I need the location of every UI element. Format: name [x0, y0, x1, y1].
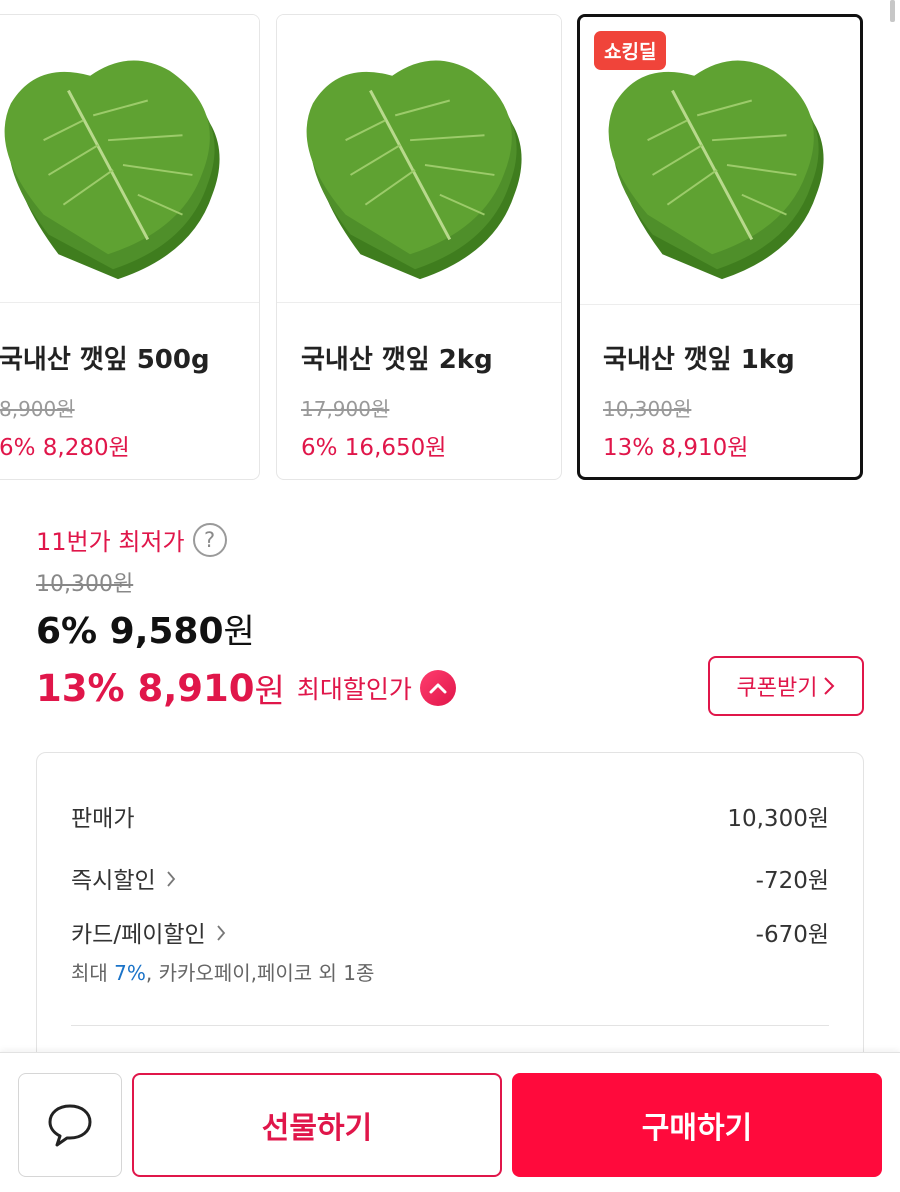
bottom-action-bar: 선물하기 구매하기	[0, 1052, 900, 1192]
row-label: 카드/페이할인	[71, 922, 206, 948]
perilla-leaf-image	[608, 60, 824, 280]
row-label: 즉시할인	[71, 868, 156, 894]
option-card-500g[interactable]: 국내산 깻잎 500g 8,900원 6% 8,280원	[0, 14, 260, 480]
option-name: 국내산 깻잎 1kg	[603, 345, 795, 375]
option-discount-price: 6% 16,650원	[301, 435, 447, 461]
chevron-right-icon	[217, 925, 225, 941]
lowest-price-label: 11번가 최저가 ?	[36, 522, 227, 557]
option-original-price: 10,300원	[603, 397, 692, 421]
main-price-amount: 6% 9,580	[36, 611, 224, 652]
scrollbar-thumb[interactable]	[890, 0, 895, 22]
perilla-leaf-image	[306, 60, 522, 280]
main-price-currency: 원	[223, 612, 255, 652]
gift-button[interactable]: 선물하기	[132, 1073, 502, 1177]
buy-button[interactable]: 구매하기	[512, 1073, 882, 1177]
breakdown-row-card-discount[interactable]: 카드/페이할인 -670원	[71, 915, 829, 949]
max-discount-label: 최대할인가	[296, 675, 412, 704]
option-discount-price: 13% 8,910원	[603, 435, 749, 461]
product-page: 국내산 깻잎 500g 8,900원 6% 8,280원 국내산 깻잎 2kg …	[0, 0, 900, 1192]
note-suffix: , 카카오페이,페이코 외 1종	[145, 961, 375, 985]
max-price-currency: 원	[254, 671, 285, 710]
option-card-1kg[interactable]: 쇼킹딜 국내산 깻잎 1kg 10,300원 13% 8,910원	[577, 14, 863, 480]
option-name: 국내산 깻잎 2kg	[301, 345, 493, 375]
row-value: -670원	[755, 922, 829, 948]
note-percent: 7%	[114, 961, 146, 985]
option-card-2kg[interactable]: 국내산 깻잎 2kg 17,900원 6% 16,650원	[276, 14, 562, 480]
option-name: 국내산 깻잎 500g	[0, 345, 210, 375]
row-label: 판매가	[71, 806, 135, 832]
shocking-deal-badge: 쇼킹딜	[594, 31, 667, 70]
list-price: 10,300원	[36, 572, 134, 597]
row-value: -720원	[755, 868, 829, 894]
lowest-price-text: 11번가 최저가	[36, 528, 185, 556]
card-discount-note: 최대 7%, 카카오페이,페이코 외 1종	[71, 957, 374, 986]
coupon-button-label: 쿠폰받기	[736, 676, 818, 701]
chat-button[interactable]	[18, 1073, 122, 1177]
option-original-price: 17,900원	[301, 397, 390, 421]
product-image	[277, 15, 561, 303]
note-prefix: 최대	[71, 961, 115, 985]
main-price: 6% 9,580원	[36, 604, 255, 653]
chevron-right-icon	[824, 677, 835, 695]
option-original-price: 8,900원	[0, 397, 75, 421]
breakdown-row-sale-price: 판매가 10,300원	[71, 799, 829, 833]
chat-bubble-icon	[48, 1104, 92, 1147]
row-value: 10,300원	[727, 806, 829, 832]
coupon-button[interactable]: 쿠폰받기	[708, 656, 864, 716]
breakdown-row-instant-discount[interactable]: 즉시할인 -720원	[71, 861, 829, 895]
chevron-up-icon[interactable]	[419, 670, 456, 706]
price-breakdown: 판매가 10,300원 즉시할인 -720원 카드/페이할인 -670원 최대 …	[36, 752, 864, 1092]
perilla-leaf-image	[4, 60, 220, 280]
product-image: 쇼킹딜	[580, 17, 860, 305]
chevron-right-icon	[166, 871, 175, 887]
option-discount-price: 6% 8,280원	[0, 435, 130, 461]
product-image	[0, 15, 259, 303]
max-price-amount: 13% 8,910	[36, 666, 255, 710]
max-discount-price: 13% 8,910 원 최대할인가	[36, 664, 456, 712]
divider	[71, 1025, 829, 1026]
help-icon[interactable]: ?	[192, 522, 227, 557]
